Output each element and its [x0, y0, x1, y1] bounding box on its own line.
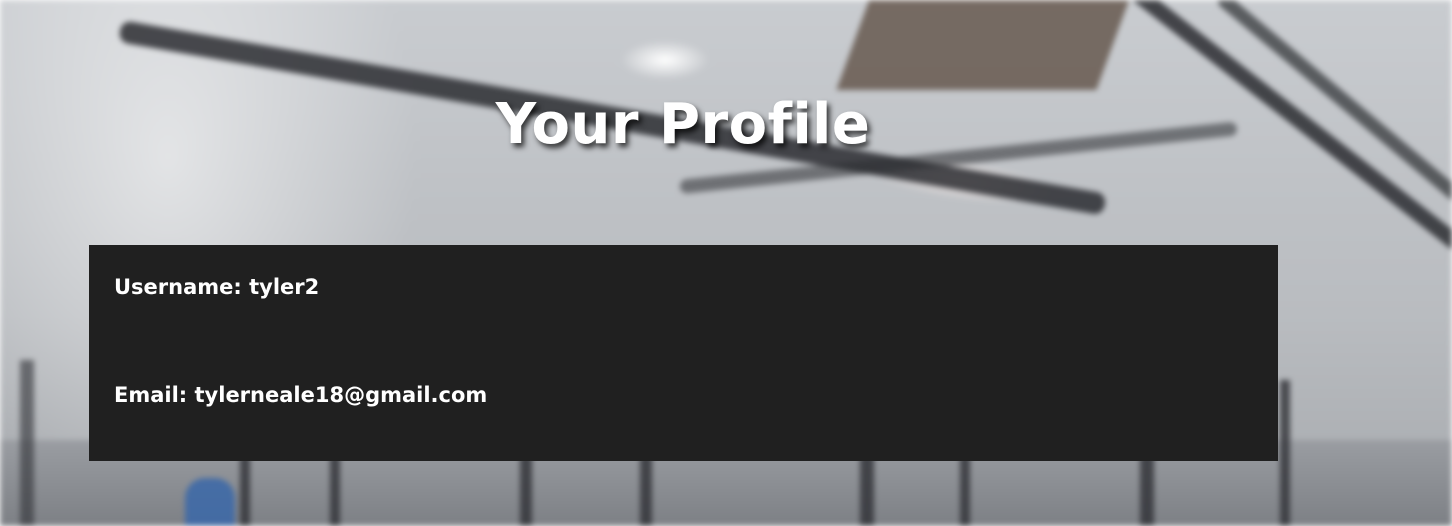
profile-page: Your Profile Username: tyler2 Email: tyl…	[0, 0, 1452, 526]
username-value: tyler2	[249, 275, 320, 299]
background-rack	[1140, 455, 1154, 526]
background-rack	[330, 455, 340, 526]
background-rack	[240, 455, 250, 526]
email-value: tylerneale18@gmail.com	[194, 383, 488, 407]
background-rack	[20, 360, 34, 526]
email-field: Email: tylerneale18@gmail.com	[114, 380, 487, 410]
profile-card: Username: tyler2 Email: tylerneale18@gma…	[89, 245, 1278, 461]
email-label: Email:	[114, 383, 188, 407]
background-rack	[640, 455, 652, 526]
username-field: Username: tyler2	[114, 272, 319, 302]
background-rack	[960, 455, 970, 526]
background-rack	[860, 455, 874, 526]
background-rack	[520, 455, 532, 526]
background-equipment	[185, 478, 235, 526]
username-label: Username:	[114, 275, 242, 299]
background-lamp	[620, 40, 710, 80]
background-rack	[1280, 380, 1290, 526]
page-title: Your Profile	[495, 92, 871, 157]
background-ceiling-panel	[836, 0, 1144, 90]
